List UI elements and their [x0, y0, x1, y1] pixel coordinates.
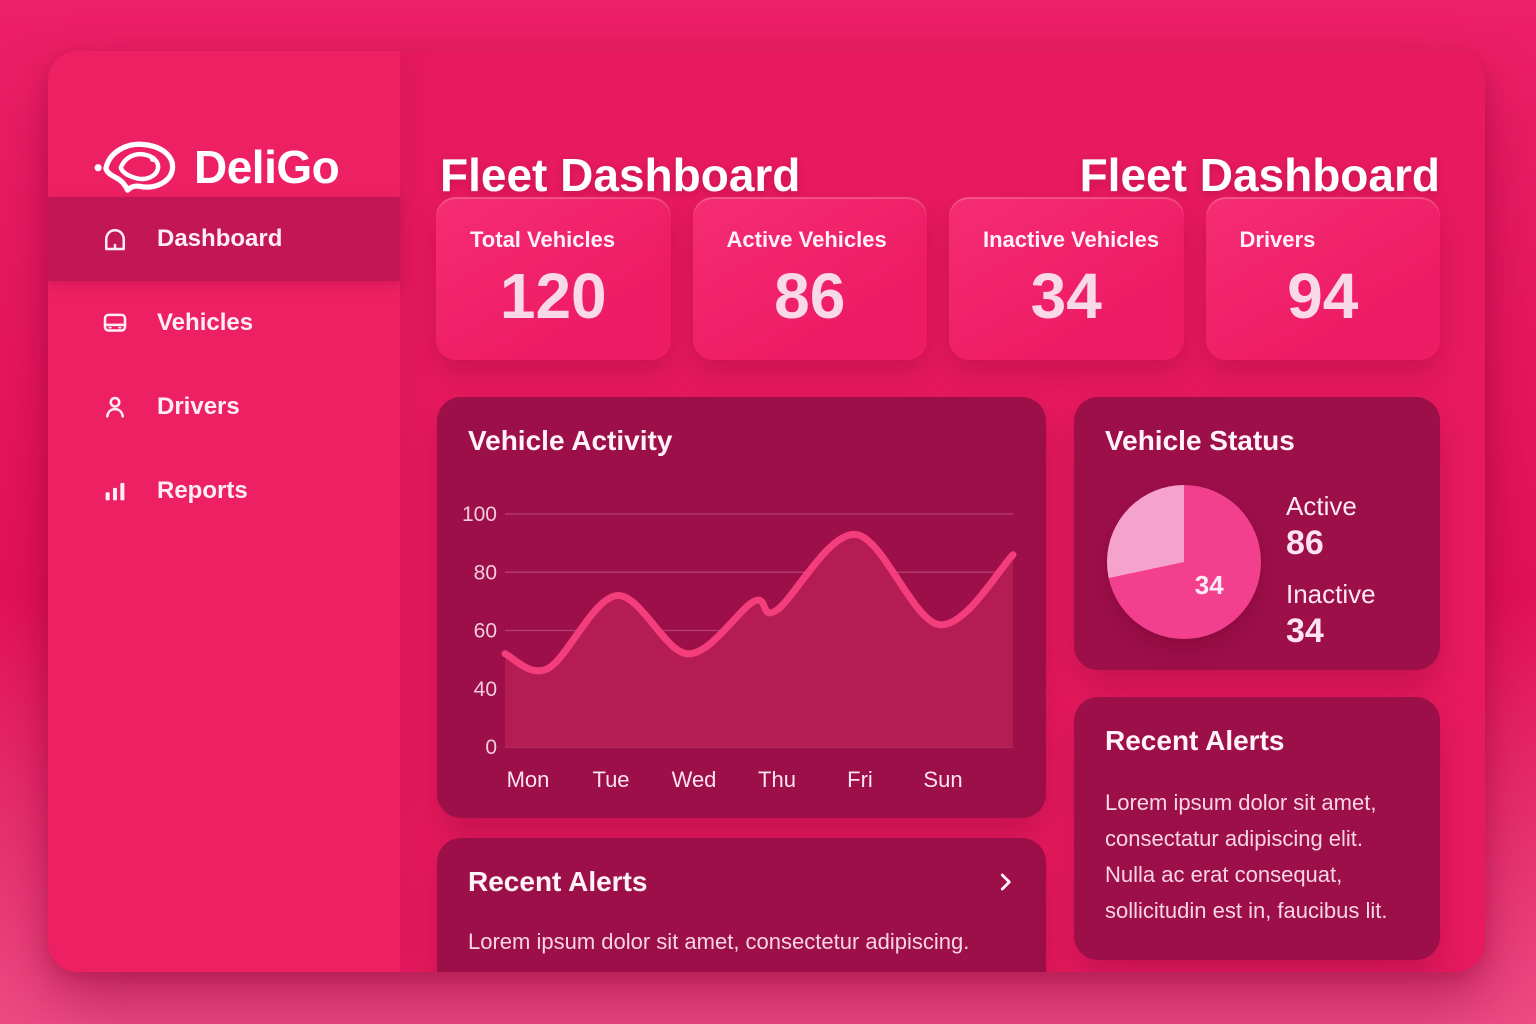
x-tick-label: Tue: [592, 767, 629, 792]
x-tick-label: Wed: [672, 767, 717, 792]
pie-slice-label: 34: [1195, 570, 1224, 601]
stat-card-inactive-vehicles: Inactive Vehicles 34: [949, 197, 1184, 360]
recent-alerts-title: Recent Alerts: [468, 866, 647, 898]
main-content: Fleet Dashboard Fleet Dashboard Total Ve…: [400, 51, 1485, 972]
sidebar-item-drivers[interactable]: Drivers: [48, 365, 400, 449]
legend-label-active: Active: [1286, 491, 1376, 522]
recent-alerts-text: Lorem ipsum dolor sit amet, consectatur …: [1105, 785, 1417, 929]
sidebar-nav: Dashboard Vehicles Drivers: [48, 197, 400, 533]
stat-value: 34: [949, 259, 1184, 333]
x-tick-label: Mon: [507, 767, 550, 792]
vehicle-status-pie-chart: [1107, 485, 1261, 639]
fleet-dashboard-app: { "app": { "brand": "DeliGo" }, "sidebar…: [0, 0, 1536, 1024]
sidebar-item-label: Vehicles: [157, 309, 253, 337]
stat-label: Drivers: [1240, 227, 1316, 253]
vehicle-activity-card: Vehicle Activity 0 40 60 80 100 Mon Tue Wed Thu F…: [437, 397, 1046, 818]
brand-logo: DeliGo: [94, 137, 339, 197]
x-tick-label: Fri: [847, 767, 873, 792]
brand-name: DeliGo: [194, 140, 339, 194]
vehicle-status-card: Vehicle Status 34 Active 86 Inactive 34: [1074, 397, 1440, 670]
y-tick-label: 80: [474, 561, 497, 584]
stat-card-active-vehicles: Active Vehicles 86: [693, 197, 928, 360]
stat-card-total-vehicles: Total Vehicles 120: [436, 197, 671, 360]
legend-value-active: 86: [1286, 524, 1376, 563]
vehicle-activity-chart: 0 40 60 80 100 Mon Tue Wed Thu Fri Sun: [437, 495, 1046, 807]
sidebar-item-label: Drivers: [157, 393, 240, 421]
sidebar-item-reports[interactable]: Reports: [48, 449, 400, 533]
sidebar-item-dashboard[interactable]: Dashboard: [48, 197, 400, 281]
stat-value: 120: [436, 259, 671, 333]
y-tick-label: 60: [474, 620, 497, 643]
x-tick-label: Thu: [758, 767, 796, 792]
stat-label: Total Vehicles: [470, 227, 615, 253]
sidebar-item-label: Reports: [157, 477, 248, 505]
vehicle-status-pie-wrap: 34: [1107, 485, 1261, 639]
sidebar: DeliGo Dashboard Vehicles: [48, 51, 400, 972]
recent-alerts-card-left[interactable]: Recent Alerts Lorem ipsum dolor sit amet…: [437, 838, 1046, 972]
stats-row: Total Vehicles 120 Active Vehicles 86 In…: [436, 197, 1440, 360]
bus-icon: [100, 308, 130, 338]
legend-value-inactive: 34: [1286, 612, 1376, 651]
recent-alerts-text: Lorem ipsum dolor sit amet, consectetur …: [468, 924, 1020, 960]
stat-card-drivers: Drivers 94: [1206, 197, 1441, 360]
home-icon: [100, 224, 130, 254]
stat-label: Inactive Vehicles: [983, 227, 1159, 253]
vehicle-activity-title: Vehicle Activity: [468, 425, 672, 457]
recent-alerts-header: Recent Alerts: [468, 866, 1018, 898]
person-icon: [100, 392, 130, 422]
recent-alerts-title: Recent Alerts: [1105, 725, 1284, 757]
vehicle-status-legend: Active 86 Inactive 34: [1286, 491, 1376, 667]
recent-alerts-card-right: Recent Alerts Lorem ipsum dolor sit amet…: [1074, 697, 1440, 960]
deligo-bird-icon: [94, 137, 182, 197]
activity-area-fill: [505, 534, 1013, 747]
legend-label-inactive: Inactive: [1286, 579, 1376, 610]
stat-label: Active Vehicles: [727, 227, 887, 253]
recent-alerts-header: Recent Alerts: [1105, 725, 1412, 757]
y-tick-label: 0: [485, 736, 497, 759]
sidebar-item-label: Dashboard: [157, 225, 282, 253]
vehicle-status-title: Vehicle Status: [1105, 425, 1295, 457]
stat-value: 94: [1206, 259, 1441, 333]
sidebar-item-vehicles[interactable]: Vehicles: [48, 281, 400, 365]
chevron-right-icon[interactable]: [992, 869, 1018, 895]
activity-line: [505, 534, 1013, 671]
page-title: Fleet Dashboard: [440, 148, 800, 202]
dashboard-panel: DeliGo Dashboard Vehicles: [48, 51, 1485, 972]
y-tick-label: 40: [474, 678, 497, 701]
bar-chart-icon: [100, 476, 130, 506]
x-tick-label: Sun: [923, 767, 962, 792]
y-tick-label: 100: [462, 503, 497, 526]
stat-value: 86: [693, 259, 928, 333]
page-title-right: Fleet Dashboard: [1080, 148, 1440, 202]
